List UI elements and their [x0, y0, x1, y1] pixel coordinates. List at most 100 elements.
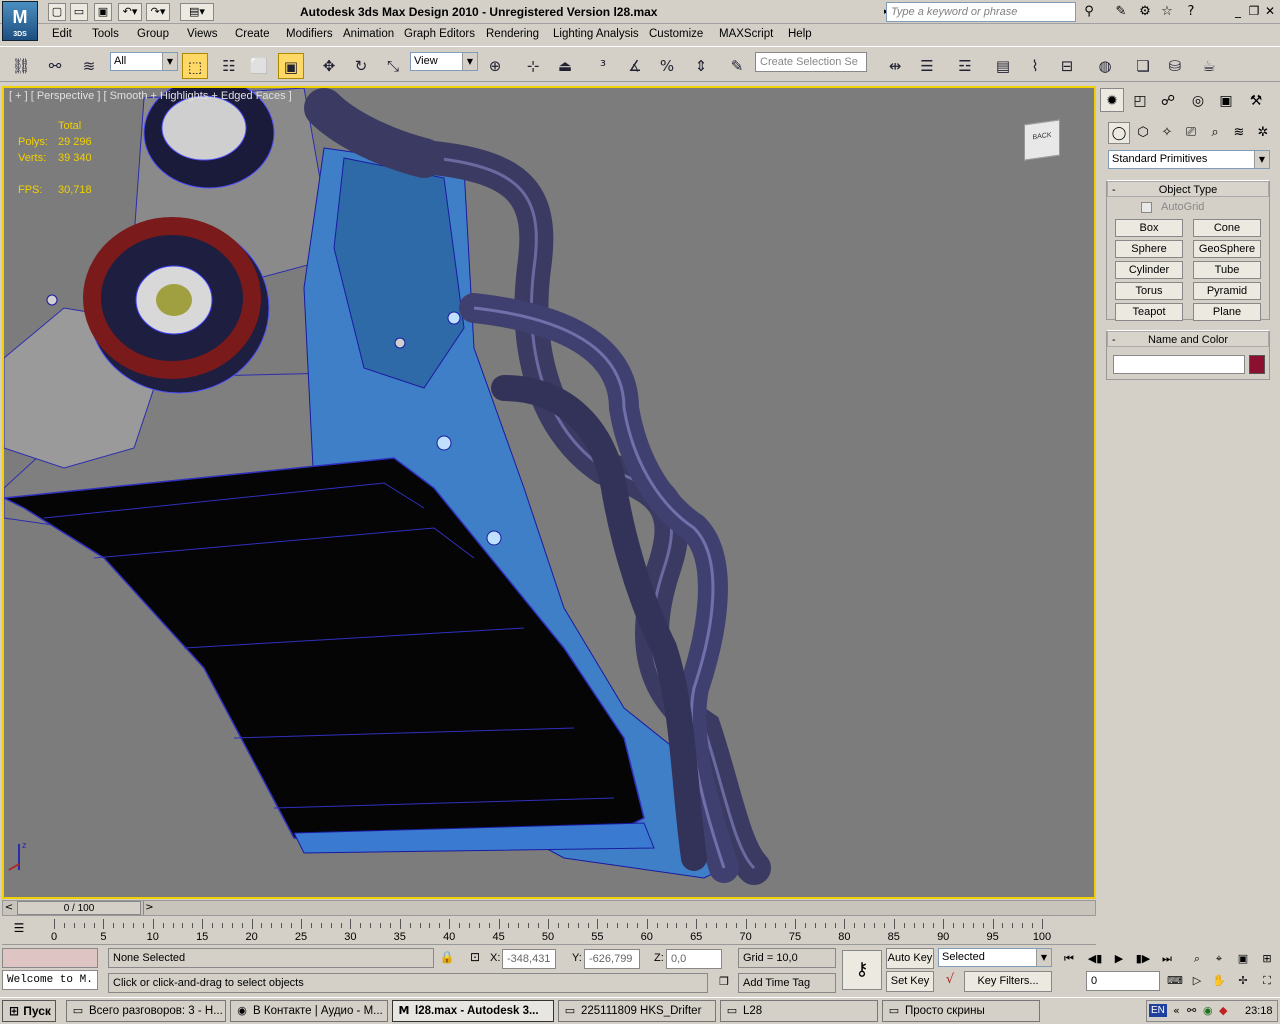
lights-icon[interactable]: ✧ [1156, 122, 1178, 144]
space-warps-icon[interactable]: ≋ [1228, 122, 1250, 144]
select-and-manipulate-icon[interactable]: ⊹ [520, 53, 546, 79]
reference-coordinate-dropdown[interactable]: View ▼ [410, 52, 478, 71]
auto-key-button[interactable]: Auto Key [886, 948, 934, 969]
menu-tools[interactable]: Tools [92, 28, 119, 40]
object-name-input[interactable] [1113, 355, 1245, 374]
graphite-tools-icon[interactable]: ▤ [990, 53, 1016, 79]
teapot-button[interactable]: Teapot [1115, 303, 1183, 321]
save-file-icon[interactable]: ▣ [94, 3, 112, 21]
pivot-center-icon[interactable]: ⊕ [482, 53, 508, 79]
menu-maxscript[interactable]: MAXScript [719, 28, 773, 40]
name-and-color-header[interactable]: - Name and Color [1107, 331, 1269, 347]
maxscript-mini-listener[interactable]: Welcome to M. [2, 970, 98, 990]
cylinder-button[interactable]: Cylinder [1115, 261, 1183, 279]
menu-edit[interactable]: Edit [52, 28, 72, 40]
select-and-rotate-icon[interactable]: ↻ [348, 53, 374, 79]
modify-tab-icon[interactable]: ◰ [1128, 88, 1152, 112]
viewport-label[interactable]: [ + ] [ Perspective ] [ Smooth + Highlig… [9, 90, 292, 102]
zoom-all-icon[interactable]: ⌖ [1210, 950, 1228, 968]
taskbar-item[interactable]: ▭ Просто скрины [882, 1000, 1040, 1022]
set-key-button[interactable]: Set Key [886, 971, 934, 992]
start-button[interactable]: ⊞ Пуск [2, 1000, 56, 1022]
tube-button[interactable]: Tube [1193, 261, 1261, 279]
cone-button[interactable]: Cone [1193, 219, 1261, 237]
mirror-icon[interactable]: ⇹ [882, 53, 908, 79]
plane-button[interactable]: Plane [1193, 303, 1261, 321]
taskbar-item[interactable]: ▭ Всего разговоров: 3 - Н... [66, 1000, 226, 1022]
close-icon[interactable]: ✕ [1262, 3, 1278, 19]
systems-icon[interactable]: ✲ [1252, 122, 1274, 144]
help-icon[interactable]: ? [1182, 3, 1200, 21]
key-mode-dropdown[interactable]: Selected ▼ [938, 948, 1052, 967]
motion-tab-icon[interactable]: ◎ [1186, 88, 1210, 112]
box-button[interactable]: Box [1115, 219, 1183, 237]
geosphere-button[interactable]: GeoSphere [1193, 240, 1261, 258]
geometry-icon[interactable]: ◯ [1108, 122, 1130, 144]
angle-snap-icon[interactable]: ∡ [622, 53, 648, 79]
absolute-mode-icon[interactable]: ⊡ [466, 950, 484, 968]
y-coordinate-field[interactable]: -626,799 [584, 949, 640, 969]
select-and-link-icon[interactable]: ⛓ [8, 53, 34, 79]
pan-icon[interactable]: ✋ [1210, 972, 1228, 990]
communication-center-icon[interactable]: ✎ [1112, 3, 1130, 21]
keyboard-icon[interactable]: ⌨ [1166, 972, 1184, 990]
snaps-toggle-icon[interactable]: ³ [590, 53, 616, 79]
torus-button[interactable]: Torus [1115, 282, 1183, 300]
unlink-icon[interactable]: ⚯ [42, 53, 68, 79]
project-folder-icon[interactable]: ▤▾ [180, 3, 214, 21]
window-crossing-icon[interactable]: ▣ [278, 53, 304, 79]
menu-graph-editors[interactable]: Graph Editors [404, 28, 475, 40]
keyboard-shortcut-override-icon[interactable]: ⏏ [552, 53, 578, 79]
material-editor-icon[interactable]: ◍ [1092, 53, 1118, 79]
track-bar[interactable]: ☰ 0 5 10 15 20 25 30 35 40 45 50 55 60 65 70 75 80 85 90 95… [2, 917, 1096, 945]
cameras-icon[interactable]: ⎚ [1180, 122, 1202, 144]
restore-icon[interactable]: ❐ [1246, 3, 1262, 19]
z-coordinate-field[interactable]: 0,0 [666, 949, 722, 969]
menu-create[interactable]: Create [235, 28, 270, 40]
perspective-viewport[interactable]: [ + ] [ Perspective ] [ Smooth + Highlig… [2, 86, 1096, 899]
zoom-extents-all-icon[interactable]: ⊞ [1258, 950, 1276, 968]
layer-manager-icon[interactable]: ☲ [952, 53, 978, 79]
menu-animation[interactable]: Animation [343, 28, 394, 40]
select-and-scale-icon[interactable]: ⤡ [380, 53, 406, 79]
menu-lighting-analysis[interactable]: Lighting Analysis [553, 28, 639, 40]
viewcube[interactable]: BACK [1024, 119, 1060, 161]
align-icon[interactable]: ☰ [914, 53, 940, 79]
go-to-start-icon[interactable]: ⏮ [1060, 950, 1078, 968]
schematic-view-icon[interactable]: ⊟ [1054, 53, 1080, 79]
network-icon[interactable]: ⚯ [1187, 1004, 1196, 1017]
geometry-category-dropdown[interactable]: Standard Primitives ▼ [1108, 150, 1270, 169]
add-time-tag-button[interactable]: Add Time Tag [738, 973, 836, 993]
taskbar-item[interactable]: ◉ В Контакте | Аудио - М... [230, 1000, 388, 1022]
curve-editor-icon[interactable]: ⌇ [1022, 53, 1048, 79]
bind-to-space-warp-icon[interactable]: ≋ [76, 53, 102, 79]
default-tangent-icon[interactable]: √ [940, 972, 960, 990]
zoom-icon[interactable]: ⌕ [1188, 950, 1206, 968]
subscription-icon[interactable]: ⚙ [1136, 3, 1154, 21]
selection-lock-icon[interactable]: 🔒 [438, 950, 456, 968]
render-production-icon[interactable]: ☕ [1196, 53, 1222, 79]
undo-icon[interactable]: ↶▾ [118, 3, 142, 21]
menu-modifiers[interactable]: Modifiers [286, 28, 333, 40]
menu-group[interactable]: Group [137, 28, 169, 40]
taskbar-item[interactable]: ▭ 225111809 HKS_Drifter [558, 1000, 716, 1022]
current-frame-spinner[interactable]: 0 [1086, 971, 1160, 991]
key-filters-button[interactable]: Key Filters... [964, 971, 1052, 992]
open-file-icon[interactable]: ▭ [70, 3, 88, 21]
binoculars-icon[interactable]: ⚲ [1080, 3, 1098, 21]
redo-icon[interactable]: ↷▾ [146, 3, 170, 21]
tray-arrows-icon[interactable]: « [1173, 1004, 1180, 1017]
select-and-move-icon[interactable]: ✥ [316, 53, 342, 79]
display-tab-icon[interactable]: ▣ [1214, 88, 1238, 112]
menu-rendering[interactable]: Rendering [486, 28, 539, 40]
next-frame-arrow-icon[interactable]: > [143, 901, 155, 915]
sphere-button[interactable]: Sphere [1115, 240, 1183, 258]
spinner-snap-icon[interactable]: ⇕ [688, 53, 714, 79]
select-by-name-icon[interactable]: ☷ [216, 53, 242, 79]
new-file-icon[interactable]: ▢ [48, 3, 66, 21]
helpers-icon[interactable]: ⌕ [1204, 122, 1226, 144]
play-icon[interactable]: ▶ [1110, 950, 1128, 968]
create-tab-icon[interactable]: ✹ [1100, 88, 1124, 112]
menu-help[interactable]: Help [788, 28, 812, 40]
maximize-viewport-icon[interactable]: ⛶ [1258, 972, 1276, 990]
